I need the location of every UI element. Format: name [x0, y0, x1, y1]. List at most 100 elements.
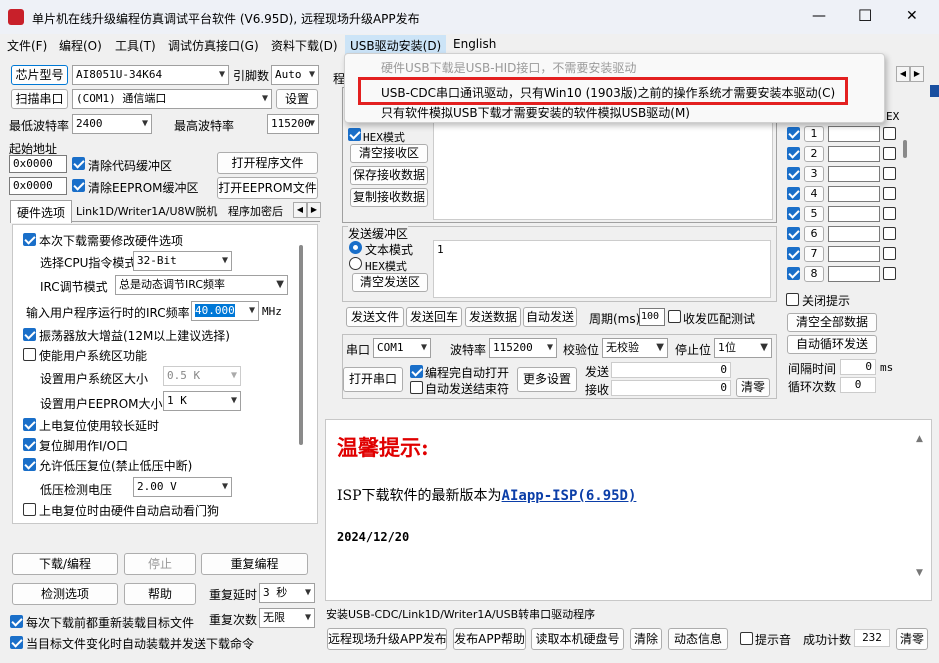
- menu-english[interactable]: English: [453, 37, 496, 51]
- open-program-button[interactable]: 打开程序文件: [217, 152, 318, 174]
- text-mode-radio[interactable]: [349, 241, 362, 254]
- anim-info-button[interactable]: 动态信息: [668, 628, 728, 650]
- multi-send-checkbox[interactable]: [787, 267, 800, 280]
- copy-recv-button[interactable]: 复制接收数据: [350, 188, 428, 207]
- multi-send-input[interactable]: [828, 146, 880, 162]
- serial-port-select[interactable]: COM1 ▼: [373, 338, 431, 358]
- irc-freq-input[interactable]: 40.000 ▼: [191, 301, 259, 321]
- scroll-up-icon[interactable]: ▲: [916, 434, 923, 444]
- open-eeprom-button[interactable]: 打开EEPROM文件: [217, 177, 318, 199]
- right-scroll-right-icon[interactable]: ▶: [910, 66, 924, 82]
- multi-send-button[interactable]: 1: [804, 126, 824, 142]
- user-sys-size-select[interactable]: 0.5 K ▼: [163, 366, 241, 386]
- multi-send-checkbox[interactable]: [787, 147, 800, 160]
- clear-recv-button[interactable]: 清空接收区: [350, 144, 428, 163]
- multi-hex-checkbox[interactable]: [883, 247, 896, 260]
- settings-button[interactable]: 设置: [276, 89, 318, 109]
- max-baud-select[interactable]: 115200 ▼: [267, 114, 319, 134]
- auto-close-checkbox[interactable]: [410, 381, 423, 394]
- cpu-mode-select[interactable]: 32-Bit ▼: [133, 251, 232, 271]
- version-link[interactable]: AIapp-ISP(6.95D): [502, 488, 637, 504]
- multi-send-checkbox[interactable]: [787, 247, 800, 260]
- clear-send-button[interactable]: 清空发送区: [352, 273, 428, 292]
- repeat-delay-select[interactable]: 3 秒 ▼: [259, 583, 315, 603]
- send-file-button[interactable]: 发送文件: [346, 307, 404, 327]
- menu-debug[interactable]: 调试仿真接口(G): [168, 37, 259, 54]
- read-disk-button[interactable]: 读取本机硬盘号: [531, 628, 624, 650]
- multi-send-input[interactable]: [828, 246, 880, 262]
- min-baud-select[interactable]: 2400 ▼: [72, 114, 152, 134]
- scan-port-button[interactable]: 扫描串口: [11, 89, 68, 109]
- multi-hex-checkbox[interactable]: [883, 267, 896, 280]
- more-settings-button[interactable]: 更多设置: [517, 367, 577, 392]
- help-button[interactable]: 帮助: [124, 583, 196, 605]
- multi-hex-checkbox[interactable]: [883, 207, 896, 220]
- send-text-box[interactable]: 1: [433, 240, 771, 298]
- multi-send-input[interactable]: [828, 186, 880, 202]
- save-recv-button[interactable]: 保存接收数据: [350, 166, 428, 185]
- irc-mode-select[interactable]: 总是动态调节IRC频率 ▼: [115, 275, 288, 295]
- match-test-checkbox[interactable]: [668, 310, 681, 323]
- lvd-select[interactable]: 2.00 V ▼: [133, 477, 232, 497]
- multi-hex-checkbox[interactable]: [883, 147, 896, 160]
- multi-send-checkbox[interactable]: [787, 187, 800, 200]
- baud-select[interactable]: 115200 ▼: [489, 338, 557, 358]
- user-eeprom-select[interactable]: 1 K ▼: [163, 391, 241, 411]
- multi-send-input[interactable]: [828, 226, 880, 242]
- auto-send-button[interactable]: 自动发送: [523, 307, 577, 327]
- chip-model-select[interactable]: AI8051U-34K64 ▼: [72, 65, 229, 85]
- lvr-checkbox[interactable]: [23, 458, 36, 471]
- menu-item-cdc[interactable]: USB-CDC串口通讯驱动，只有Win10 (1903版)之前的操作系统才需要安…: [358, 77, 848, 105]
- download-button[interactable]: 下载/编程: [12, 553, 118, 575]
- menu-tools[interactable]: 工具(T): [115, 37, 156, 54]
- address-input-1[interactable]: 0x0000: [9, 155, 67, 173]
- osc-gain-checkbox[interactable]: [23, 328, 36, 341]
- detect-options-button[interactable]: 检测选项: [12, 583, 118, 605]
- tab-hardware-options[interactable]: 硬件选项: [10, 200, 73, 223]
- multi-send-button[interactable]: 6: [804, 226, 824, 242]
- publish-help-button[interactable]: 发布APP帮助: [453, 628, 526, 650]
- multi-send-checkbox[interactable]: [787, 167, 800, 180]
- clear-zero-button[interactable]: 清零: [896, 628, 928, 650]
- hex-mode-radio[interactable]: [349, 257, 362, 270]
- tab-scroll-right-icon[interactable]: ▶: [307, 202, 321, 218]
- open-port-button[interactable]: 打开串口: [343, 367, 403, 392]
- multi-send-input[interactable]: [828, 126, 880, 142]
- chip-model-button[interactable]: 芯片型号: [11, 65, 68, 85]
- menu-file[interactable]: 文件(F): [7, 37, 47, 54]
- period-input[interactable]: 100: [639, 308, 665, 326]
- tab-scroll-left-icon[interactable]: ◀: [293, 202, 307, 218]
- tab-encrypt[interactable]: 程序加密后: [228, 203, 286, 219]
- auto-send-checkbox[interactable]: [10, 636, 23, 649]
- multi-send-checkbox[interactable]: [787, 227, 800, 240]
- recv-hex-checkbox[interactable]: [348, 128, 361, 141]
- right-scroll-left-icon[interactable]: ◀: [896, 66, 910, 82]
- multi-send-input[interactable]: [828, 166, 880, 182]
- beep-checkbox[interactable]: [740, 632, 753, 645]
- maximize-button[interactable]: ☐: [858, 6, 872, 25]
- clear-count-button[interactable]: 清零: [736, 378, 770, 397]
- reload-checkbox[interactable]: [10, 615, 23, 628]
- auto-open-checkbox[interactable]: [410, 365, 423, 378]
- menu-item-soft-usb[interactable]: 只有软件模拟USB下载才需要安装的软件模拟USB驱动(M): [381, 104, 690, 121]
- port-select[interactable]: (COM1) 通信端口 ▼: [72, 89, 272, 109]
- user-sys-checkbox[interactable]: [23, 348, 36, 361]
- multi-hex-checkbox[interactable]: [883, 127, 896, 140]
- clear-eeprom-checkbox[interactable]: [72, 179, 85, 192]
- clear-button[interactable]: 清除: [630, 628, 662, 650]
- address-input-2[interactable]: 0x0000: [9, 177, 67, 195]
- modify-hw-checkbox[interactable]: [23, 233, 36, 246]
- interval-input[interactable]: 0: [840, 359, 876, 375]
- close-button[interactable]: ✕: [906, 8, 918, 24]
- loop-count-input[interactable]: 0: [840, 377, 876, 393]
- multi-send-input[interactable]: [828, 206, 880, 222]
- scroll-down-icon[interactable]: ▼: [916, 568, 923, 578]
- send-data-button[interactable]: 发送数据: [465, 307, 521, 327]
- menu-download[interactable]: 资料下载(D): [271, 37, 338, 54]
- multi-scrollbar[interactable]: [903, 140, 907, 158]
- reprogram-button[interactable]: 重复编程: [201, 553, 308, 575]
- multi-send-checkbox[interactable]: [787, 207, 800, 220]
- parity-select[interactable]: 无校验 ▼: [602, 338, 668, 358]
- options-scrollbar[interactable]: [299, 245, 303, 445]
- multi-send-button[interactable]: 4: [804, 186, 824, 202]
